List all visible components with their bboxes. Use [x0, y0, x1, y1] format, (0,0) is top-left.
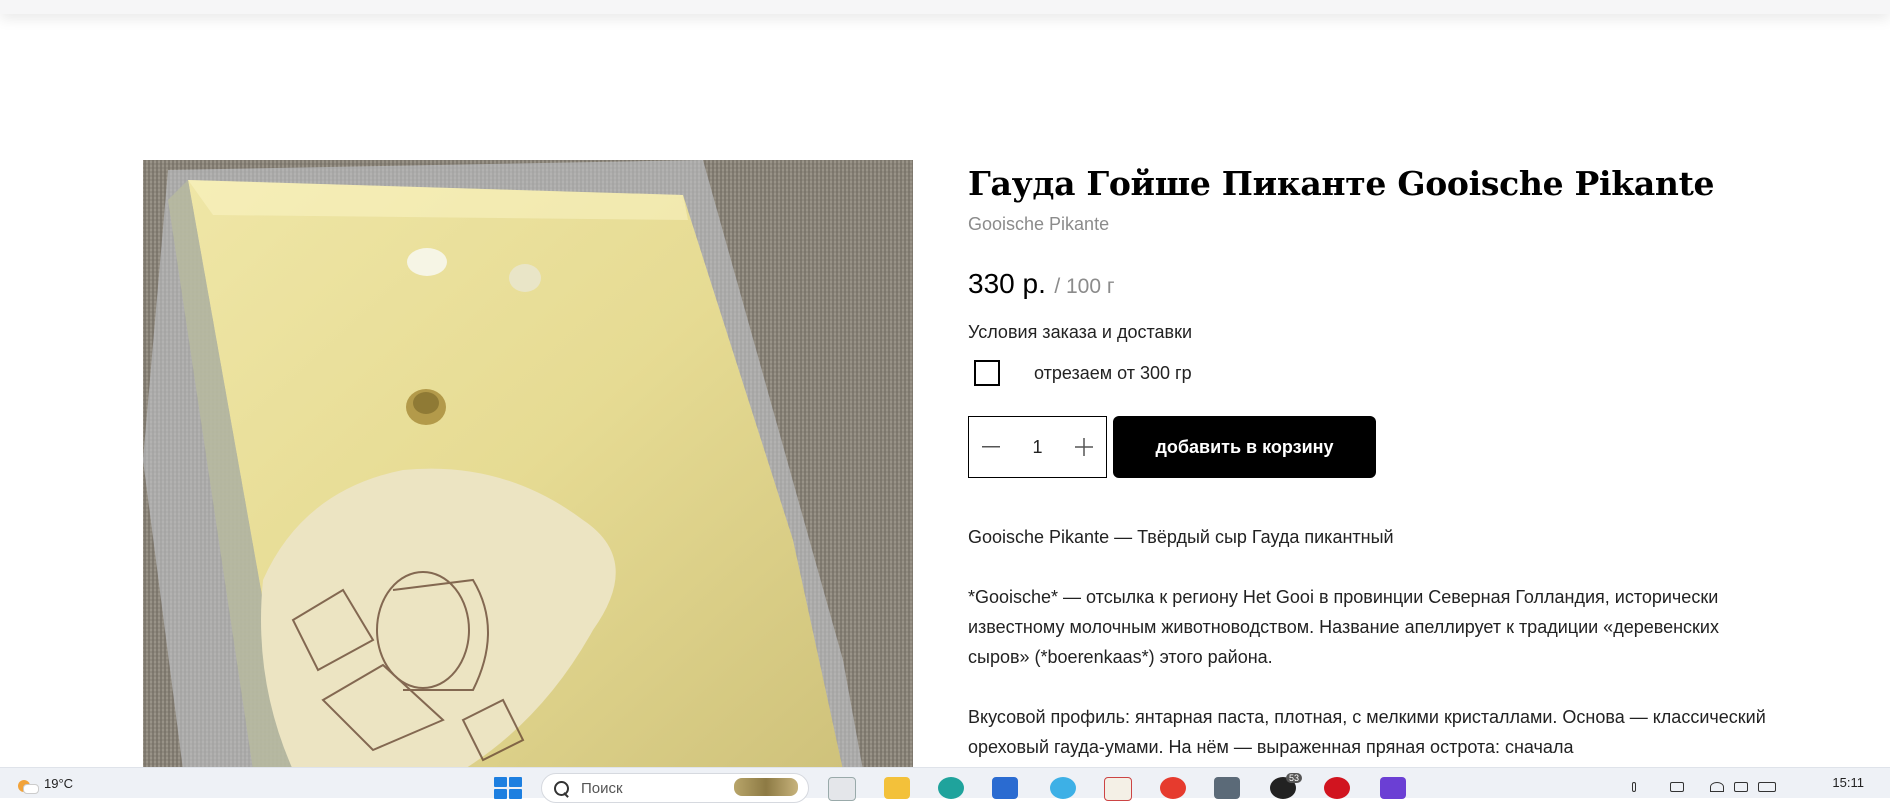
weather-icon [18, 778, 39, 794]
price-unit: / 100 г [1054, 275, 1115, 298]
product-subtitle: Gooische Pikante [968, 214, 1110, 234]
edge-browser-icon[interactable] [938, 777, 964, 799]
plus-icon [1075, 438, 1093, 456]
calculator-icon[interactable] [1214, 777, 1240, 799]
store-icon[interactable] [992, 777, 1018, 799]
search-icon [554, 780, 569, 796]
description-paragraph: Gooische Pikante — Твёрдый сыр Гауда пик… [968, 527, 1394, 547]
cut-option-checkbox[interactable] [974, 360, 1000, 386]
taskbar-search[interactable]: Поиск [541, 773, 809, 803]
wifi-icon[interactable] [1710, 782, 1724, 792]
pen-icon[interactable] [1632, 782, 1636, 792]
description-paragraph: Вкусовой профиль: янтарная паста, плотна… [968, 707, 1766, 757]
tray-chevron-icon[interactable] [1592, 782, 1606, 792]
price-row: 330 р. / 100 г [968, 268, 1115, 300]
product-price: 330 р. [968, 268, 1046, 299]
minus-icon [982, 446, 1000, 448]
task-view-icon[interactable] [828, 777, 856, 801]
file-explorer-icon[interactable] [884, 777, 910, 799]
opera-browser-icon[interactable] [1324, 777, 1350, 799]
start-icon[interactable] [494, 777, 522, 799]
battery-icon[interactable] [1758, 782, 1776, 792]
cheese-photo [143, 160, 913, 770]
volume-icon[interactable] [1734, 782, 1748, 792]
weather-temperature: 19°C [44, 776, 74, 791]
yandex-browser-icon[interactable] [1160, 777, 1186, 799]
description-paragraph: *Gooische* — отсылка к региону Het Gooi … [968, 587, 1719, 667]
notification-badge: 53 [1285, 773, 1302, 783]
quantity-increase-button[interactable] [1062, 417, 1106, 477]
add-to-cart-button[interactable]: добавить в корзину [1113, 416, 1376, 478]
cut-option-label: отрезаем от 300 гр [1034, 362, 1192, 383]
quantity-decrease-button[interactable] [969, 417, 1013, 477]
quantity-stepper [968, 416, 1107, 478]
taskbar: 19°C Поиск 53 15:11 [0, 767, 1890, 803]
globe-icon[interactable] [1050, 777, 1076, 799]
product-title: Гауда Гойше Пиканте Gooische Pikante [968, 164, 1715, 203]
order-conditions-link[interactable]: Условия заказа и доставки [968, 322, 1192, 343]
notes-icon[interactable] [1104, 777, 1132, 801]
cut-option[interactable]: отрезаем от 300 гр [974, 360, 1192, 386]
product-image[interactable] [143, 160, 913, 770]
keyboard-icon[interactable] [1670, 782, 1684, 792]
weather-widget[interactable]: 19°C [18, 776, 74, 794]
search-highlight-image [734, 778, 798, 796]
search-placeholder: Поиск [581, 779, 623, 797]
product-description: Gooische Pikante — Твёрдый сыр Гауда пик… [968, 522, 1768, 792]
app-icon[interactable] [1380, 777, 1406, 799]
site-header-bar [0, 0, 1890, 14]
messenger-icon[interactable]: 53 [1270, 773, 1302, 799]
quantity-input[interactable] [1015, 435, 1060, 459]
clock[interactable]: 15:11 [1832, 775, 1864, 790]
